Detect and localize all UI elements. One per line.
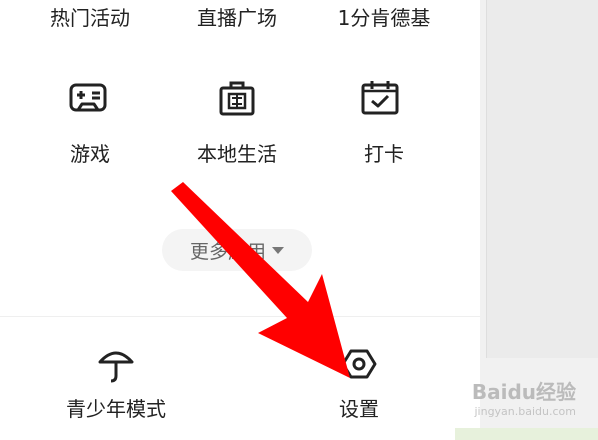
baidu-watermark: Baidu经验 jingyan.baidu.com — [472, 376, 576, 418]
watermark-brand: Baidu经验 — [471, 380, 576, 404]
watermark-url: jingyan.baidu.com — [474, 405, 576, 418]
red-arrow-annotation — [171, 182, 350, 378]
bottom-strip — [455, 428, 598, 440]
